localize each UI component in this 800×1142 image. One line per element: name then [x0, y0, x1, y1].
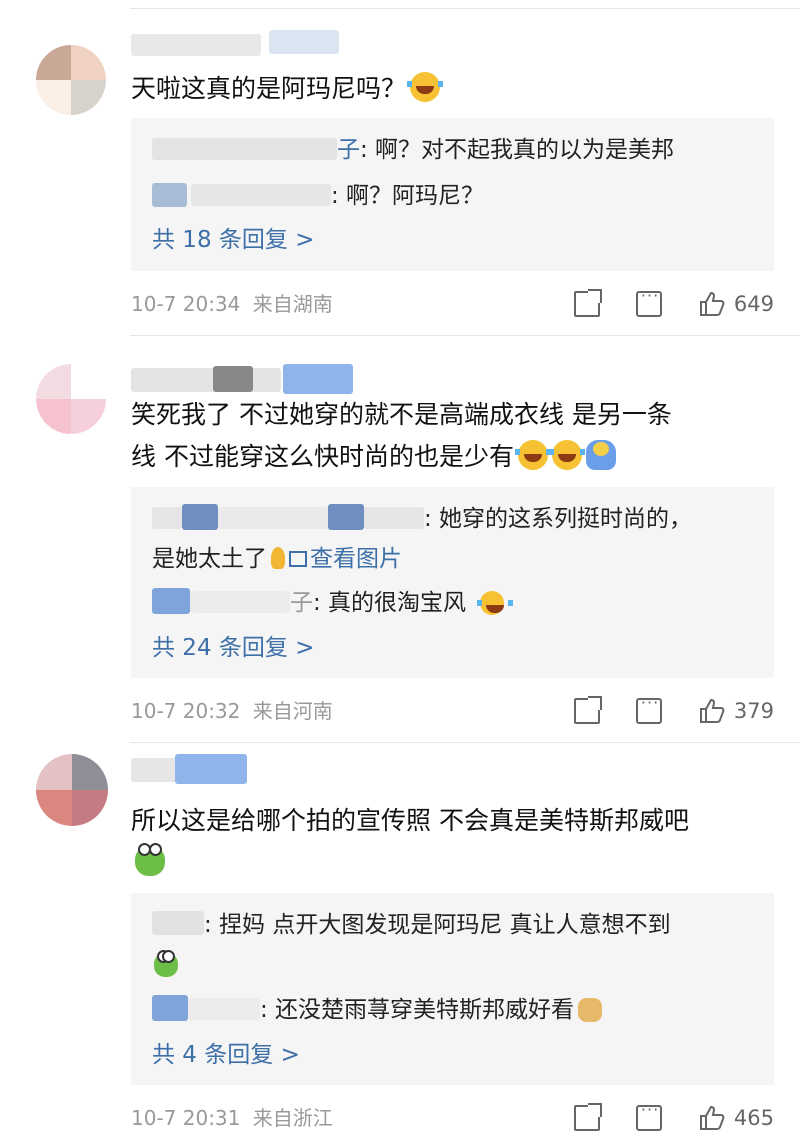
- timestamp: 10-7 20:31: [131, 1106, 241, 1130]
- reply-text: : 还没楚雨荨穿美特斯邦威好看: [260, 997, 575, 1023]
- reply-item[interactable]: : 捏妈 点开大图发现是阿玛尼 真让人意想不到: [152, 905, 754, 945]
- avatar[interactable]: [36, 754, 108, 826]
- frog-emoji: [135, 843, 165, 876]
- location: 来自湖南: [252, 292, 333, 316]
- forward-icon[interactable]: [573, 1103, 602, 1131]
- more-replies-link[interactable]: 共 24 条回复 >: [152, 630, 314, 666]
- like-icon[interactable]: [698, 697, 726, 725]
- image-icon: [289, 551, 307, 567]
- laugh-cry-emoji: [407, 72, 444, 102]
- comment-meta: 10-7 20:31 来自浙江: [131, 1103, 333, 1133]
- location: 来自浙江: [252, 1106, 333, 1130]
- frog-emoji: [154, 950, 178, 977]
- reply-item-continued: 是她太土了 查看图片: [152, 546, 402, 572]
- more-replies-link[interactable]: 共 4 条回复 >: [152, 1037, 300, 1073]
- comment-text: 笑死我了 不过她穿的就不是高端成衣线 是另一条 线 不过能穿这么快时尚的也是少有: [131, 400, 672, 471]
- username[interactable]: [131, 364, 371, 398]
- reply-item-continued: [152, 945, 754, 985]
- reply-box[interactable]: : 她穿的这系列挺时尚的， 是她太土了 查看图片 子: 真的很淘宝风 共 24 条…: [131, 487, 774, 678]
- view-image-link[interactable]: 查看图片: [289, 546, 402, 572]
- reply-text: : 她穿的这系列挺时尚的，: [424, 506, 693, 532]
- reply-box[interactable]: : 捏妈 点开大图发现是阿玛尼 真让人意想不到 : 还没楚雨荨穿美特斯邦威好看 …: [131, 893, 774, 1085]
- timestamp: 10-7 20:34: [131, 292, 241, 316]
- reply-item[interactable]: : 她穿的这系列挺时尚的，: [152, 499, 754, 539]
- reply-username: 子: [337, 137, 360, 163]
- top-divider: [130, 8, 800, 9]
- username[interactable]: [131, 28, 361, 62]
- divider: [130, 742, 800, 743]
- like-count: 379: [733, 699, 774, 723]
- like-icon[interactable]: [698, 1104, 726, 1132]
- like-count: 649: [733, 292, 774, 316]
- lightbulb-emoji: [271, 547, 285, 569]
- laugh-cry-emoji: [548, 440, 585, 470]
- comment-meta: 10-7 20:34 来自湖南: [131, 289, 333, 319]
- like-icon[interactable]: [698, 290, 726, 318]
- comment-meta: 10-7 20:32 来自河南: [131, 696, 333, 726]
- doge-emoji: [578, 998, 603, 1022]
- reply-box[interactable]: 子: 啊？对不起我真的以为是美邦 : 啊？阿玛尼？ 共 18 条回复 >: [131, 118, 774, 271]
- comment-actions: 649: [538, 286, 774, 321]
- reply-text: : 捏妈 点开大图发现是阿玛尼 真让人意想不到: [204, 912, 671, 938]
- like-count: 465: [733, 1106, 774, 1130]
- reply-item[interactable]: 子: 真的很淘宝风: [152, 583, 754, 623]
- timestamp: 10-7 20:32: [131, 699, 241, 723]
- reply-item[interactable]: : 还没楚雨荨穿美特斯邦威好看: [152, 990, 754, 1030]
- more-replies-link[interactable]: 共 18 条回复 >: [152, 222, 314, 258]
- location: 来自河南: [252, 699, 333, 723]
- laugh-cry-emoji: [514, 440, 551, 470]
- forward-icon[interactable]: [573, 696, 602, 724]
- reply-text: : 真的很淘宝风: [313, 590, 467, 616]
- avatar[interactable]: [36, 45, 106, 115]
- comment-icon[interactable]: [635, 1100, 662, 1131]
- comment-icon[interactable]: [635, 693, 662, 724]
- avatar[interactable]: [36, 364, 106, 434]
- comment-text: 所以这是给哪个拍的宣传照 不会真是美特斯邦威吧: [131, 800, 770, 884]
- comment-actions: 379: [538, 693, 774, 728]
- reply-item[interactable]: 子: 啊？对不起我真的以为是美邦: [152, 130, 754, 170]
- comment-icon[interactable]: [635, 286, 662, 317]
- reply-item[interactable]: : 啊？阿玛尼？: [152, 176, 754, 216]
- forward-icon[interactable]: [573, 289, 602, 317]
- hug-emoji: [585, 440, 616, 470]
- reply-text: : 啊？阿玛尼？: [331, 183, 485, 209]
- laugh-cry-emoji: [477, 591, 514, 615]
- username[interactable]: [131, 752, 271, 786]
- comment-actions: 465: [538, 1100, 774, 1135]
- reply-text: : 啊？对不起我真的以为是美邦: [360, 137, 675, 163]
- divider: [130, 335, 800, 336]
- comment-text: 天啦这真的是阿玛尼吗？: [131, 68, 770, 110]
- reply-username: 子: [290, 590, 313, 616]
